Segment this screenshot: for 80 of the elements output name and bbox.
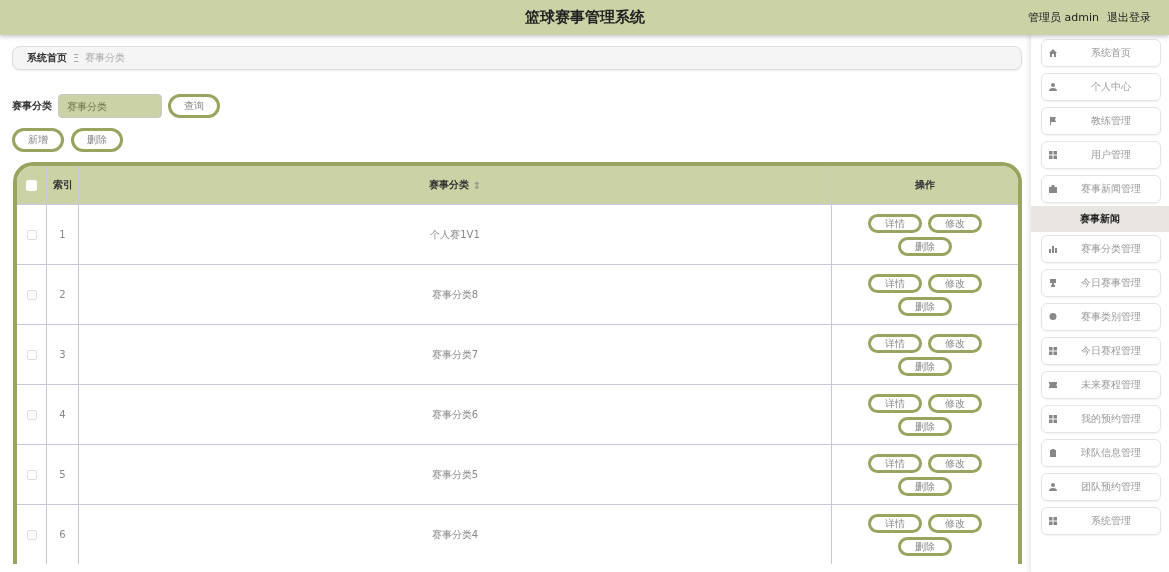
edit-button[interactable]: 修改 bbox=[928, 333, 982, 353]
breadcrumb-separator: Ξ bbox=[73, 52, 80, 64]
sidebar-item[interactable]: 教练管理 bbox=[1041, 107, 1161, 135]
row-checkbox[interactable] bbox=[26, 289, 37, 300]
details-button[interactable]: 详情 bbox=[868, 273, 922, 293]
home-icon bbox=[1048, 48, 1058, 58]
index-cell: 1 bbox=[59, 229, 66, 240]
delete-button[interactable]: 删除 bbox=[898, 296, 952, 316]
sidebar-item[interactable]: 团队预约管理 bbox=[1041, 473, 1161, 501]
category-cell: 赛事分类5 bbox=[431, 467, 479, 482]
sidebar-subitem[interactable]: 赛事新闻 bbox=[1031, 206, 1169, 232]
details-button[interactable]: 详情 bbox=[868, 393, 922, 413]
delete-button[interactable]: 删除 bbox=[898, 356, 952, 376]
sidebar-item[interactable]: 球队信息管理 bbox=[1041, 439, 1161, 467]
row-checkbox[interactable] bbox=[26, 349, 37, 360]
briefcase-icon bbox=[1048, 184, 1058, 194]
sort-icon[interactable]: ⇕ bbox=[472, 179, 482, 191]
index-cell: 2 bbox=[59, 289, 66, 300]
grid-icon bbox=[1048, 150, 1058, 160]
delete-button[interactable]: 删除 bbox=[71, 128, 123, 152]
app-title: 篮球赛事管理系统 bbox=[524, 8, 645, 27]
sidebar-item[interactable]: 个人中心 bbox=[1041, 73, 1161, 101]
user-icon bbox=[1048, 82, 1058, 92]
edit-button[interactable]: 修改 bbox=[928, 453, 982, 473]
search-label: 赛事分类 bbox=[12, 99, 52, 113]
row-checkbox[interactable] bbox=[26, 409, 37, 420]
sidebar-item[interactable]: 赛事类别管理 bbox=[1041, 303, 1161, 331]
select-all-checkbox[interactable] bbox=[26, 179, 37, 191]
category-cell: 赛事分类6 bbox=[431, 407, 479, 422]
breadcrumb-current: 赛事分类 bbox=[85, 51, 126, 65]
column-header: 索引 bbox=[52, 178, 73, 192]
delete-button[interactable]: 删除 bbox=[898, 236, 952, 256]
grid-icon bbox=[1048, 414, 1058, 424]
sidebar-item[interactable]: 用户管理 bbox=[1041, 141, 1161, 169]
edit-button[interactable]: 修改 bbox=[928, 273, 982, 293]
search-field[interactable]: 赛事分类 bbox=[58, 94, 162, 118]
details-button[interactable]: 详情 bbox=[868, 453, 922, 473]
index-cell: 5 bbox=[59, 469, 66, 480]
grid-icon bbox=[1048, 346, 1058, 356]
category-cell: 个人赛1V1 bbox=[430, 227, 480, 242]
trophy-icon bbox=[1048, 278, 1058, 288]
category-cell: 赛事分类7 bbox=[431, 347, 479, 362]
flag-icon bbox=[1048, 116, 1058, 126]
bar-chart-icon bbox=[1048, 244, 1058, 254]
sidebar-item[interactable]: 今日赛程管理 bbox=[1041, 337, 1161, 365]
user-icon bbox=[1048, 482, 1058, 492]
row-checkbox[interactable] bbox=[26, 529, 37, 540]
delete-button[interactable]: 删除 bbox=[898, 476, 952, 496]
clipboard-icon bbox=[1048, 448, 1058, 458]
category-cell: 赛事分类4 bbox=[431, 527, 479, 542]
user-label: 管理员 admin bbox=[1028, 10, 1099, 25]
edit-button[interactable]: 修改 bbox=[928, 393, 982, 413]
edit-button[interactable]: 修改 bbox=[928, 213, 982, 233]
sidebar-item[interactable]: 系统管理 bbox=[1041, 507, 1161, 535]
details-button[interactable]: 详情 bbox=[868, 333, 922, 353]
sidebar-item[interactable]: 我的预约管理 bbox=[1041, 405, 1161, 433]
index-cell: 6 bbox=[59, 529, 66, 540]
ticket-icon bbox=[1048, 380, 1058, 390]
add-button[interactable]: 新增 bbox=[12, 128, 64, 152]
breadcrumb-link[interactable]: 系统首页 bbox=[27, 51, 67, 65]
category-cell: 赛事分类8 bbox=[431, 287, 479, 302]
search-button[interactable]: 查询 bbox=[168, 94, 220, 118]
details-button[interactable]: 详情 bbox=[868, 213, 922, 233]
sidebar-item[interactable]: 赛事分类管理 bbox=[1041, 235, 1161, 263]
row-checkbox[interactable] bbox=[26, 469, 37, 480]
delete-button[interactable]: 删除 bbox=[898, 536, 952, 556]
sidebar-item[interactable]: 系统首页 bbox=[1041, 39, 1161, 67]
sidebar-item[interactable]: 今日赛事管理 bbox=[1041, 269, 1161, 297]
details-button[interactable]: 详情 bbox=[868, 513, 922, 533]
column-header: 操作 bbox=[915, 178, 935, 192]
delete-button[interactable]: 删除 bbox=[898, 416, 952, 436]
sidebar-item[interactable]: 赛事新闻管理 bbox=[1041, 175, 1161, 203]
logout-link[interactable]: 退出登录 bbox=[1107, 10, 1151, 25]
edit-button[interactable]: 修改 bbox=[928, 513, 982, 533]
index-cell: 3 bbox=[59, 349, 66, 360]
column-header: 赛事分类 bbox=[428, 178, 469, 192]
row-checkbox[interactable] bbox=[26, 229, 37, 240]
grid-icon bbox=[1048, 516, 1058, 526]
index-cell: 4 bbox=[59, 409, 66, 420]
sidebar-item[interactable]: 未来赛程管理 bbox=[1041, 371, 1161, 399]
